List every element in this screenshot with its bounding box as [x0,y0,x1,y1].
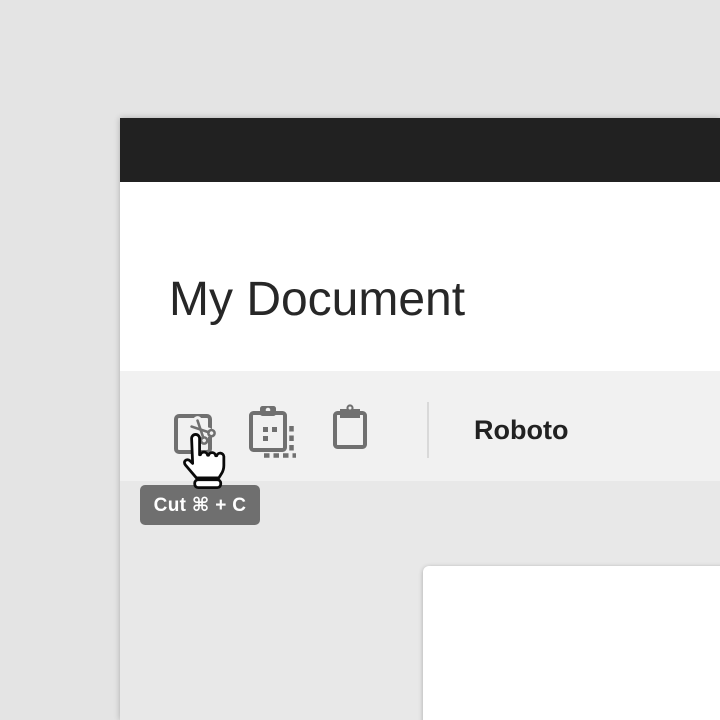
document-header: My Document File Edit View Insert Format [120,182,720,371]
paste-special-button[interactable] [244,402,300,462]
font-selector-value: Roboto [474,415,568,445]
clipboard-icon [329,402,371,456]
toolbar-divider [427,402,429,458]
cut-icon [172,406,220,456]
window-titlebar [120,118,720,182]
cut-button[interactable] [172,406,220,456]
font-selector[interactable]: Roboto [474,414,568,446]
document-page[interactable] [423,566,720,720]
page-title: My Document [169,276,465,324]
cut-tooltip: Cut ⌘ + C [140,485,260,525]
paste-special-icon [244,402,300,462]
app-window: My Document File Edit View Insert Format [120,118,720,720]
paste-button[interactable] [329,402,371,456]
desktop-background: My Document File Edit View Insert Format [0,0,720,720]
cut-tooltip-label: Cut ⌘ + C [154,494,247,517]
